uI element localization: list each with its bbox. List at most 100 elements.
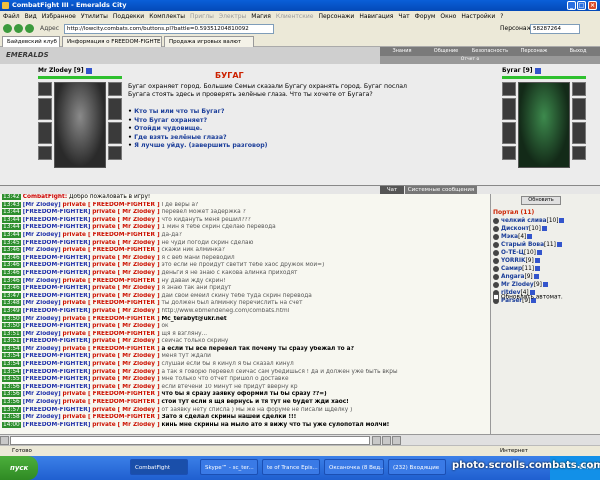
send-button[interactable] (372, 436, 381, 445)
chat-nick[interactable]: [FREEDOM-FIGHTER] (23, 308, 91, 314)
weapon-slot[interactable] (38, 98, 52, 120)
chat-nick[interactable]: [FREEDOM-FIGHTER] (23, 224, 91, 230)
user-name[interactable]: YORRIK (501, 258, 526, 264)
user-list-item[interactable]: Мэкa[4] (493, 233, 598, 241)
chat-private-target[interactable]: private [ Mr Zlodey ] (92, 338, 159, 344)
chat-private-target[interactable]: private [ Mr Zlodey ] (92, 224, 159, 230)
user-list-item[interactable]: Старый Вова[11] (493, 241, 598, 249)
menu-item[interactable]: Файл (3, 13, 20, 20)
top-nav-item[interactable]: Безопасность (468, 47, 512, 56)
chat-nick[interactable]: [FREEDOM-FIGHTER] (23, 293, 91, 299)
chat-nick[interactable]: [FREEDOM-FIGHTER] (23, 353, 91, 359)
chat-nick[interactable]: [Mr Zlodey] (23, 278, 61, 284)
user-name[interactable]: Самир (501, 266, 522, 272)
menu-item[interactable]: Вид (25, 13, 37, 20)
user-name[interactable]: Mr Zlodey (501, 282, 534, 288)
chat-nick[interactable]: [FREEDOM-FIGHTER] (23, 338, 91, 344)
chat-nick[interactable]: [FREEDOM-FIGHTER] (23, 369, 91, 375)
minimize-button[interactable]: _ (567, 1, 576, 10)
task-oksana[interactable]: Оксаночка (8 Вед... (324, 459, 384, 475)
user-list-item[interactable]: Angara[9] (493, 273, 598, 281)
chat-nick[interactable]: [FREEDOM-FIGHTER] (23, 262, 91, 268)
top-nav-item[interactable]: Знания (380, 47, 424, 56)
chat-private-target[interactable]: private [ Mr Zlodey ] (92, 369, 159, 375)
chat-nick[interactable]: [Mr Zlodey] (23, 316, 61, 322)
address-input[interactable]: http://lowcity.combats.com/buttons.pl?ba… (64, 24, 274, 34)
top-nav-item[interactable]: Общение (424, 47, 468, 56)
chat-private-target[interactable]: private [ FREEDOM-FIGHTER ] (63, 278, 160, 284)
chat-nick[interactable]: [FREEDOM-FIGHTER] (23, 270, 91, 276)
menu-item[interactable]: Электры (219, 13, 246, 20)
chat-nick[interactable]: CombatFight: (23, 194, 67, 200)
chat-nick[interactable]: [Mr Zlodey] (23, 232, 61, 238)
info-icon[interactable] (527, 234, 533, 239)
info-icon[interactable] (536, 250, 542, 255)
chat-private-target[interactable]: private [ FREEDOM-FIGHTER ] (63, 247, 160, 253)
info-icon[interactable] (556, 242, 562, 247)
menu-item[interactable]: Чат (398, 13, 409, 20)
tab-info[interactable]: Информация о FREEDOM-FIGHTER (62, 36, 162, 47)
user-name[interactable]: челкий сливa (501, 218, 547, 224)
helmet-slot[interactable] (38, 82, 52, 96)
tab-club[interactable]: Байдевский клуб (2, 36, 60, 47)
chat-nick[interactable]: [Mr Zlodey] (23, 391, 61, 397)
chat-private-target[interactable]: private [ Mr Zlodey ] (92, 285, 159, 291)
menu-item[interactable]: Поддекки (113, 13, 144, 20)
chat-private-target[interactable]: private [ Mr Zlodey ] (92, 308, 159, 314)
chat-private-target[interactable]: private [ FREEDOM-FIGHTER ] (63, 414, 160, 420)
menu-item[interactable]: Персонажи (318, 13, 354, 20)
chat-nick[interactable]: [FREEDOM-FIGHTER] (23, 217, 91, 223)
gloves-slot[interactable] (108, 122, 122, 144)
chat-private-target[interactable]: private [ FREEDOM-FIGHTER ] (63, 316, 160, 322)
chat-private-target[interactable]: private [ Mr Zlodey ] (92, 361, 159, 367)
info-icon[interactable] (542, 282, 548, 287)
chat-nick[interactable]: [FREEDOM-FIGHTER] (23, 407, 91, 413)
chat-nick[interactable]: [FREEDOM-FIGHTER] (23, 240, 91, 246)
npc-option[interactable]: Где взять зелёные глаза? (128, 134, 428, 143)
chat-nick[interactable]: [Mr Zlodey] (23, 331, 61, 337)
user-name[interactable]: Старый Вова (501, 242, 544, 248)
chat-private-target[interactable]: private [ Mr Zlodey ] (92, 262, 159, 268)
back-icon[interactable] (3, 24, 12, 33)
chat-private-target[interactable]: private [ Mr Zlodey ] (92, 407, 159, 413)
task-skype[interactable]: Skype™ - sc_ter... (200, 459, 258, 475)
user-list-item[interactable]: челкий сливa[10] (493, 217, 598, 225)
shield-slot[interactable] (108, 98, 122, 120)
auto-refresh[interactable]: Обновлять автомат. (493, 294, 563, 301)
chat-nick[interactable]: [Mr Zlodey] (23, 414, 61, 420)
npc-option[interactable]: Я лучше уйду. (завершить разговор) (128, 142, 428, 151)
user-name[interactable]: Дисконт (501, 226, 529, 232)
menu-item[interactable]: Избранное (42, 13, 76, 20)
task-inbox[interactable]: (232) Входящие (388, 459, 446, 475)
chat-private-target[interactable]: private [ FREEDOM-FIGHTER ] (63, 300, 160, 306)
chat-private-target[interactable]: private [ Mr Zlodey ] (92, 209, 159, 215)
info-icon[interactable] (559, 218, 565, 223)
maximize-button[interactable]: □ (577, 1, 586, 10)
chat-private-target[interactable]: private [ FREEDOM-FIGHTER ] (63, 202, 160, 208)
npc-option[interactable]: Что Бугаг охраняет? (128, 117, 428, 126)
menu-item[interactable]: Клиентские (276, 13, 314, 20)
npc-option[interactable]: Отойди чудовище. (128, 125, 428, 134)
menu-item[interactable]: Окно (440, 13, 456, 20)
chat-private-target[interactable]: private [ FREEDOM-FIGHTER ] (63, 232, 160, 238)
chat-private-target[interactable]: private [ FREEDOM-FIGHTER ] (63, 399, 160, 405)
chat-private-target[interactable]: private [ Mr Zlodey ] (92, 384, 159, 390)
chat-private-target[interactable]: private [ FREEDOM-FIGHTER ] (63, 346, 160, 352)
info-icon[interactable] (534, 258, 540, 263)
close-button[interactable]: × (588, 1, 597, 10)
info-icon[interactable] (541, 226, 547, 231)
clear-button[interactable] (392, 436, 401, 445)
user-list-item[interactable]: Mr Zlodey[9] (493, 281, 598, 289)
home-icon[interactable] (25, 24, 34, 33)
chat-private-target[interactable]: private [ FREEDOM-FIGHTER ] (63, 391, 160, 397)
ring-slot[interactable] (108, 82, 122, 96)
task-trance[interactable]: te of Trance Epis... (262, 459, 320, 475)
chat-nick[interactable]: [FREEDOM-FIGHTER] (23, 376, 91, 382)
belt-slot[interactable] (38, 146, 52, 160)
chat-nick[interactable]: [Mr Zlodey] (23, 247, 61, 253)
user-list-item[interactable]: Дисконт[10] (493, 225, 598, 233)
start-button[interactable]: пуск (0, 456, 38, 480)
person-input[interactable]: 58287264 (530, 24, 580, 34)
user-name[interactable]: Angara (501, 274, 524, 280)
menu-item[interactable]: Комплекты (149, 13, 185, 20)
